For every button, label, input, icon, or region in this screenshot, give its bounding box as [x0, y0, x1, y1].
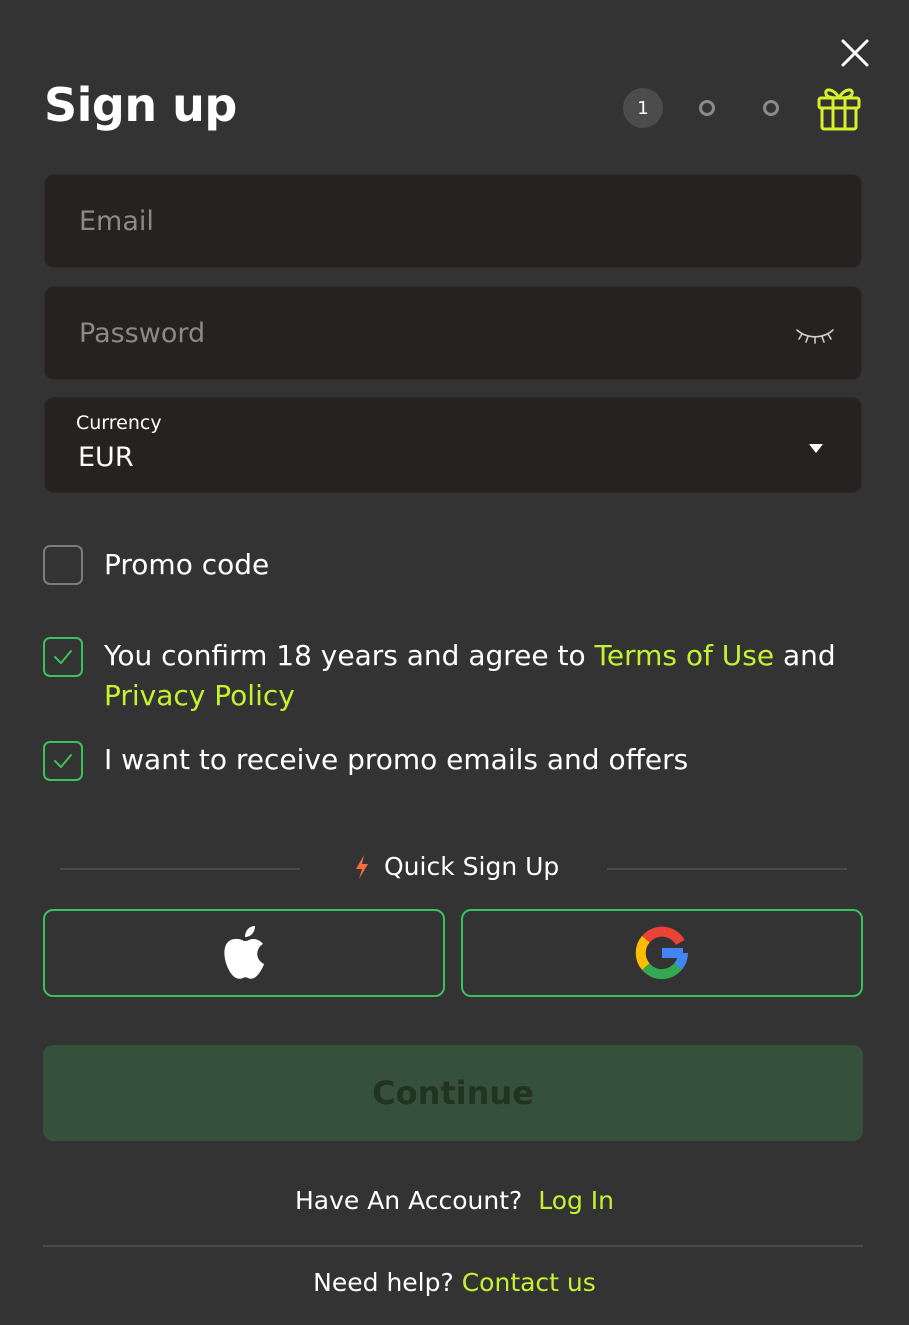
continue-button[interactable]: Continue: [43, 1045, 863, 1141]
quick-signup-heading: Quick Sign Up: [354, 852, 559, 881]
divider-left: [60, 868, 300, 870]
apple-icon: [224, 926, 264, 979]
password-field-container: [44, 286, 862, 380]
account-prompt: Have An Account?: [294, 1186, 523, 1215]
step-1-active: 1: [623, 88, 663, 128]
terms-prefix: You confirm 18 years and agree to: [104, 639, 595, 672]
eye-closed-icon[interactable]: [793, 323, 837, 347]
help-row: Need help? Contact us: [0, 1268, 909, 1297]
apple-signup-button[interactable]: [43, 909, 445, 997]
check-icon: [54, 754, 72, 768]
terms-label: You confirm 18 years and agree to Terms …: [104, 636, 864, 716]
contact-us-link[interactable]: Contact us: [462, 1268, 596, 1297]
page-title: Sign up: [44, 78, 237, 132]
check-icon: [54, 650, 72, 664]
gift-icon: [817, 88, 861, 131]
chevron-down-icon: [809, 444, 823, 453]
terms-checkbox[interactable]: [43, 637, 83, 677]
help-prompt: Need help?: [313, 1268, 454, 1297]
promo-emails-label[interactable]: I want to receive promo emails and offer…: [104, 740, 688, 780]
account-row: Have An Account? Log In: [0, 1186, 909, 1215]
login-link[interactable]: Log In: [538, 1186, 614, 1215]
privacy-policy-link[interactable]: Privacy Policy: [104, 679, 295, 712]
google-icon: [635, 926, 688, 980]
promo-code-checkbox[interactable]: [43, 545, 83, 585]
password-input[interactable]: [45, 287, 861, 379]
footer-divider: [43, 1245, 863, 1247]
email-field-container: [44, 174, 862, 268]
close-button[interactable]: [838, 36, 872, 70]
promo-code-label[interactable]: Promo code: [104, 545, 269, 585]
quick-signup-label: Quick Sign Up: [384, 852, 560, 881]
bolt-icon: [356, 854, 368, 879]
close-icon: [841, 39, 869, 67]
terms-middle: and: [774, 639, 836, 672]
email-input[interactable]: [45, 175, 861, 267]
divider-right: [607, 868, 847, 870]
currency-value: EUR: [78, 442, 134, 473]
currency-label: Currency: [76, 412, 162, 434]
google-signup-button[interactable]: [461, 909, 863, 997]
step-2-dot: [699, 100, 715, 116]
currency-select[interactable]: Currency EUR: [44, 397, 862, 493]
terms-of-use-link[interactable]: Terms of Use: [595, 639, 775, 672]
promo-emails-checkbox[interactable]: [43, 741, 83, 781]
step-3-dot: [763, 100, 779, 116]
